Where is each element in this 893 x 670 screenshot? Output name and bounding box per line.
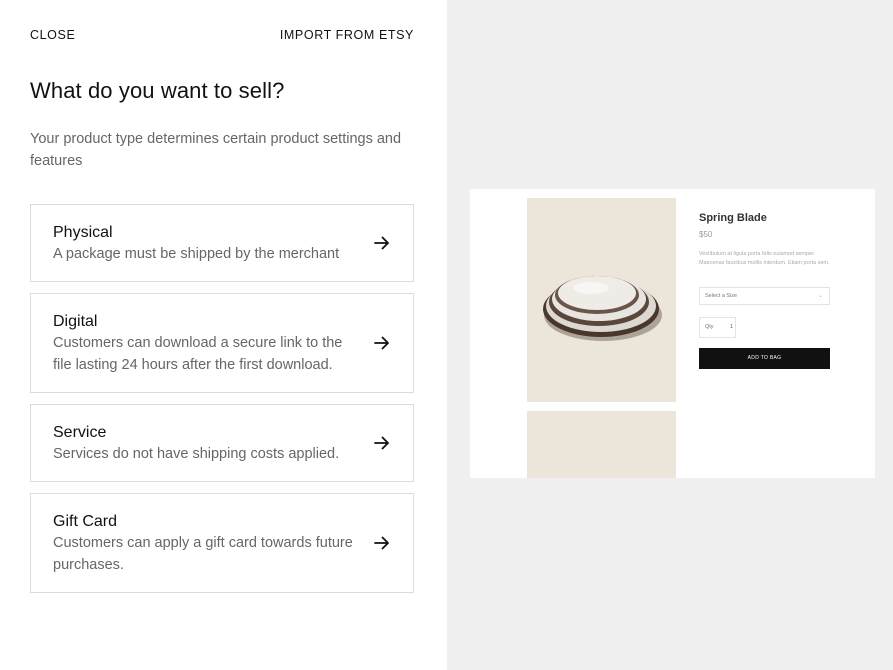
import-from-etsy-button[interactable]: IMPORT FROM ETSY: [280, 28, 414, 42]
option-gift-card[interactable]: Gift Card Customers can apply a gift car…: [30, 493, 414, 593]
option-description: Services do not have shipping costs appl…: [53, 446, 340, 462]
option-title: Service: [53, 424, 107, 441]
product-title: Spring Blade: [699, 212, 767, 224]
option-title: Gift Card: [53, 513, 118, 530]
option-description: Customers can apply a gift card towards …: [53, 535, 353, 573]
add-to-bag-button[interactable]: ADD TO BAG: [699, 348, 830, 369]
option-digital[interactable]: Digital Customers can download a secure …: [30, 293, 414, 393]
arrow-right-icon: [374, 436, 389, 450]
product-preview: Spring Blade $50 Vestibulum at ligula po…: [470, 189, 875, 478]
option-description: A package must be shipped by the merchan…: [53, 246, 340, 262]
product-image-secondary: [527, 411, 676, 478]
arrow-right-icon: [374, 536, 389, 550]
chevron-down-icon: ⌄: [817, 293, 823, 299]
size-select[interactable]: Select a Size ⌄: [699, 287, 830, 305]
option-description: Customers can download a secure link to …: [53, 335, 343, 373]
quantity-label: Qty: [705, 324, 714, 330]
close-button[interactable]: CLOSE: [30, 28, 75, 42]
arrow-right-icon: [374, 236, 389, 250]
option-physical[interactable]: Physical A package must be shipped by th…: [30, 204, 414, 282]
option-title: Physical: [53, 224, 113, 241]
top-bar: CLOSE IMPORT FROM ETSY: [30, 27, 414, 43]
product-description: Vestibulum at ligula porta felis euismod…: [699, 251, 830, 266]
quantity-value: 1: [730, 324, 734, 330]
page-title: What do you want to sell?: [30, 78, 285, 103]
left-panel: CLOSE IMPORT FROM ETSY What do you want …: [0, 0, 447, 670]
product-image: [527, 198, 676, 402]
product-price: $50: [699, 230, 713, 239]
option-service[interactable]: Service Services do not have shipping co…: [30, 404, 414, 482]
quantity-field[interactable]: Qty 1: [699, 317, 736, 338]
page-subtitle: Your product type determines certain pro…: [30, 131, 402, 169]
plates-image: [543, 276, 662, 341]
arrow-right-icon: [374, 336, 389, 350]
size-select-label: Select a Size: [705, 293, 738, 299]
option-title: Digital: [53, 313, 98, 330]
